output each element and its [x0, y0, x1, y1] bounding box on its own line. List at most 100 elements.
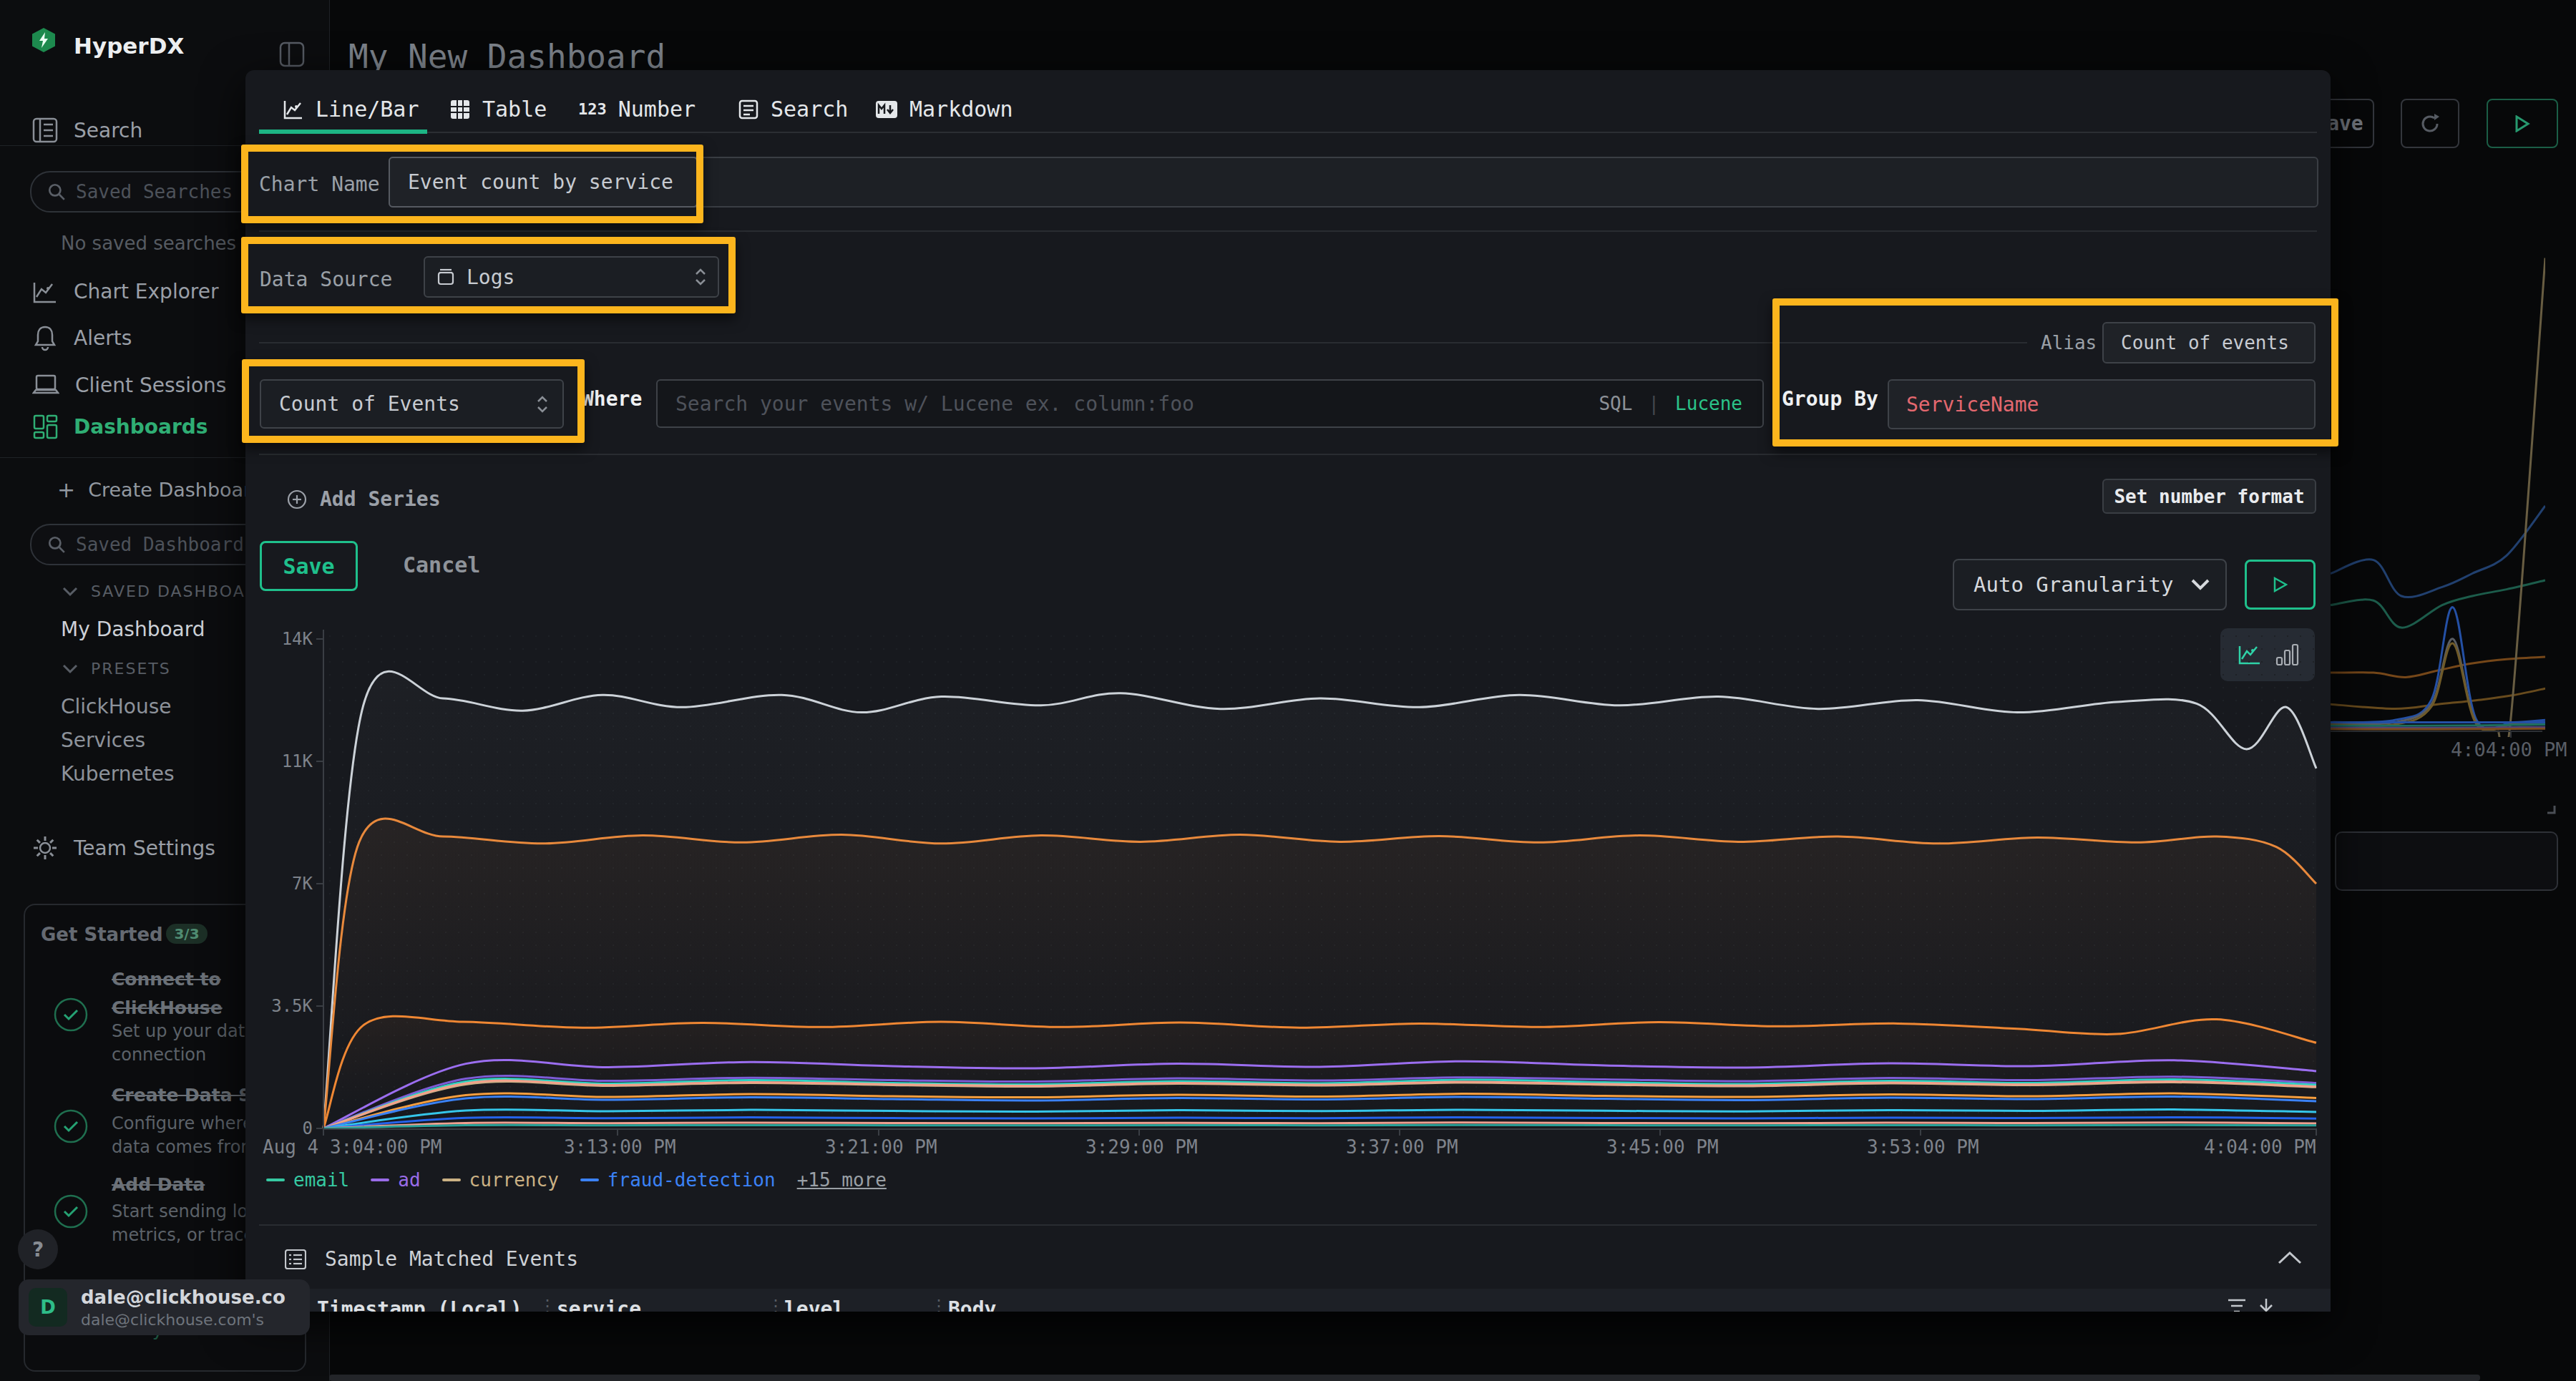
- x-tick-label: 3:45:00 PM: [1606, 1136, 1719, 1158]
- aggregation-select[interactable]: Count of Events: [260, 379, 564, 429]
- sidebar-item-alerts[interactable]: Alerts: [32, 324, 132, 351]
- legend-more-label: +15 more: [797, 1169, 887, 1191]
- create-dashboard-button[interactable]: + Create Dashboard: [57, 477, 263, 502]
- sql-toggle[interactable]: SQL: [1599, 393, 1632, 414]
- tab-number[interactable]: 123 Number: [578, 97, 696, 122]
- legend-swatch: [371, 1179, 389, 1181]
- refresh-icon: [2418, 112, 2442, 136]
- column-header-service[interactable]: service: [557, 1297, 641, 1312]
- sidebar-item-label: Team Settings: [74, 836, 215, 860]
- lucene-toggle[interactable]: Lucene: [1675, 393, 1742, 414]
- alias-input[interactable]: Count of events: [2102, 322, 2316, 363]
- y-tick-label: 14K: [282, 629, 313, 649]
- active-tab-underline: [259, 130, 427, 134]
- column-header-level[interactable]: level: [784, 1297, 844, 1312]
- tab-label: Table: [482, 97, 547, 122]
- sidebar-item-kubernetes[interactable]: Kubernetes: [61, 762, 175, 786]
- legend-swatch: [580, 1179, 599, 1181]
- legend-label: fraud-detection: [608, 1169, 776, 1191]
- legend-swatch: [266, 1179, 285, 1181]
- save-button[interactable]: Save: [260, 541, 358, 591]
- page: HyperDX Search Saved Searches No saved s…: [0, 0, 2576, 1381]
- background-time-label: 4:04:00 PM: [2451, 738, 2567, 761]
- check-circle-icon: [53, 1194, 89, 1229]
- column-separator: ⋮: [539, 1296, 556, 1312]
- divider: [259, 1224, 2317, 1226]
- data-source-select[interactable]: Logs: [424, 256, 719, 298]
- sidebar-item-services[interactable]: Services: [61, 728, 145, 752]
- y-axis-line: [323, 630, 324, 1128]
- background-refresh-button[interactable]: [2401, 99, 2459, 148]
- granularity-select[interactable]: Auto Granularity: [1953, 559, 2227, 610]
- sidebar-collapse-icon[interactable]: [279, 42, 305, 67]
- sidebar-item-my-dashboard[interactable]: My Dashboard: [61, 618, 205, 641]
- legend-item-ad[interactable]: ad: [371, 1169, 420, 1191]
- bell-icon: [32, 324, 58, 351]
- get-started-title: Get Started: [41, 924, 163, 945]
- tab-search[interactable]: Search: [738, 97, 848, 122]
- help-button[interactable]: ?: [18, 1229, 58, 1269]
- section-presets[interactable]: PRESETS: [62, 660, 171, 678]
- main-chart: [323, 630, 2316, 1128]
- download-icon[interactable]: [2258, 1297, 2275, 1312]
- legend-item-currency[interactable]: currency: [442, 1169, 559, 1191]
- set-number-format-label: Set number format: [2114, 486, 2304, 507]
- tab-line-bar[interactable]: Line/Bar: [283, 97, 419, 122]
- play-icon: [2514, 115, 2530, 132]
- line-chart-icon: [283, 99, 304, 120]
- get-started-step[interactable]: Connect toClickHouse: [112, 965, 265, 1023]
- y-tick-label: 7K: [292, 874, 313, 894]
- save-label: Save: [283, 554, 334, 579]
- profile-chip[interactable]: D dale@clickhouse.co dale@clickhouse.com…: [19, 1279, 310, 1335]
- sidebar-item-dashboards[interactable]: Dashboards: [32, 413, 208, 440]
- cancel-label: Cancel: [403, 552, 480, 577]
- tab-table[interactable]: Table: [449, 97, 547, 122]
- tab-markdown[interactable]: Markdown: [875, 97, 1013, 122]
- search-icon: [47, 535, 66, 554]
- y-tick-label: 0: [303, 1118, 313, 1138]
- sidebar-item-team-settings[interactable]: Team Settings: [32, 835, 215, 861]
- background-scrollbar[interactable]: [329, 1375, 2480, 1381]
- search-doc-icon: [738, 99, 759, 120]
- tab-label: Search: [771, 97, 848, 122]
- where-input[interactable]: Search your events w/ Lucene ex. column:…: [656, 379, 1764, 428]
- saved-dashboards-placeholder: Saved Dashboards: [76, 534, 255, 555]
- x-tick-label: 3:53:00 PM: [1867, 1136, 1979, 1158]
- background-play-button[interactable]: [2487, 99, 2558, 148]
- column-header-body[interactable]: Body: [948, 1297, 996, 1312]
- column-header-timestamp[interactable]: Timestamp (Local): [317, 1297, 522, 1312]
- set-number-format-button[interactable]: Set number format: [2102, 479, 2316, 514]
- sidebar-item-clickhouse[interactable]: ClickHouse: [61, 695, 171, 718]
- legend-label: email: [293, 1169, 349, 1191]
- add-series-button[interactable]: Add Series: [287, 487, 441, 511]
- get-started-badge: 3/3: [166, 924, 208, 944]
- resize-handle-icon[interactable]: [2542, 800, 2556, 814]
- run-query-button[interactable]: [2245, 560, 2316, 610]
- x-tick-label: 3:29:00 PM: [1085, 1136, 1198, 1158]
- column-separator: ⋮: [930, 1296, 947, 1312]
- filter-icon[interactable]: [2227, 1297, 2247, 1312]
- add-series-label: Add Series: [320, 487, 441, 511]
- sidebar-item-label: Dashboards: [74, 415, 208, 439]
- legend-item-email[interactable]: email: [266, 1169, 349, 1191]
- sidebar-item-search[interactable]: Search: [32, 117, 142, 144]
- background-chart: [2331, 250, 2545, 737]
- chart-name-value-box[interactable]: Event count by service: [389, 157, 698, 208]
- cancel-button[interactable]: Cancel: [403, 552, 480, 577]
- legend-item-fraud-detection[interactable]: fraud-detection: [580, 1169, 776, 1191]
- x-axis-line: [323, 1128, 2316, 1130]
- background-input: [2335, 831, 2558, 891]
- tab-label: Number: [618, 97, 696, 122]
- legend-label: currency: [469, 1169, 559, 1191]
- background-chart-tick: [2510, 731, 2512, 738]
- collapse-chevron-icon[interactable]: [2277, 1251, 2303, 1265]
- x-tick-label: Aug 4 3:04:00 PM: [263, 1136, 441, 1158]
- divider: [259, 454, 2317, 455]
- toggle-separator: |: [1648, 393, 1659, 414]
- sidebar-item-chart-explorer[interactable]: Chart Explorer: [32, 278, 218, 304]
- sidebar-item-client-sessions[interactable]: Client Sessions: [32, 372, 226, 398]
- legend-more-link[interactable]: +15 more: [797, 1169, 887, 1191]
- group-by-input[interactable]: ServiceName: [1888, 379, 2316, 429]
- select-chevrons-icon: [537, 395, 548, 414]
- section-label: PRESETS: [91, 660, 171, 678]
